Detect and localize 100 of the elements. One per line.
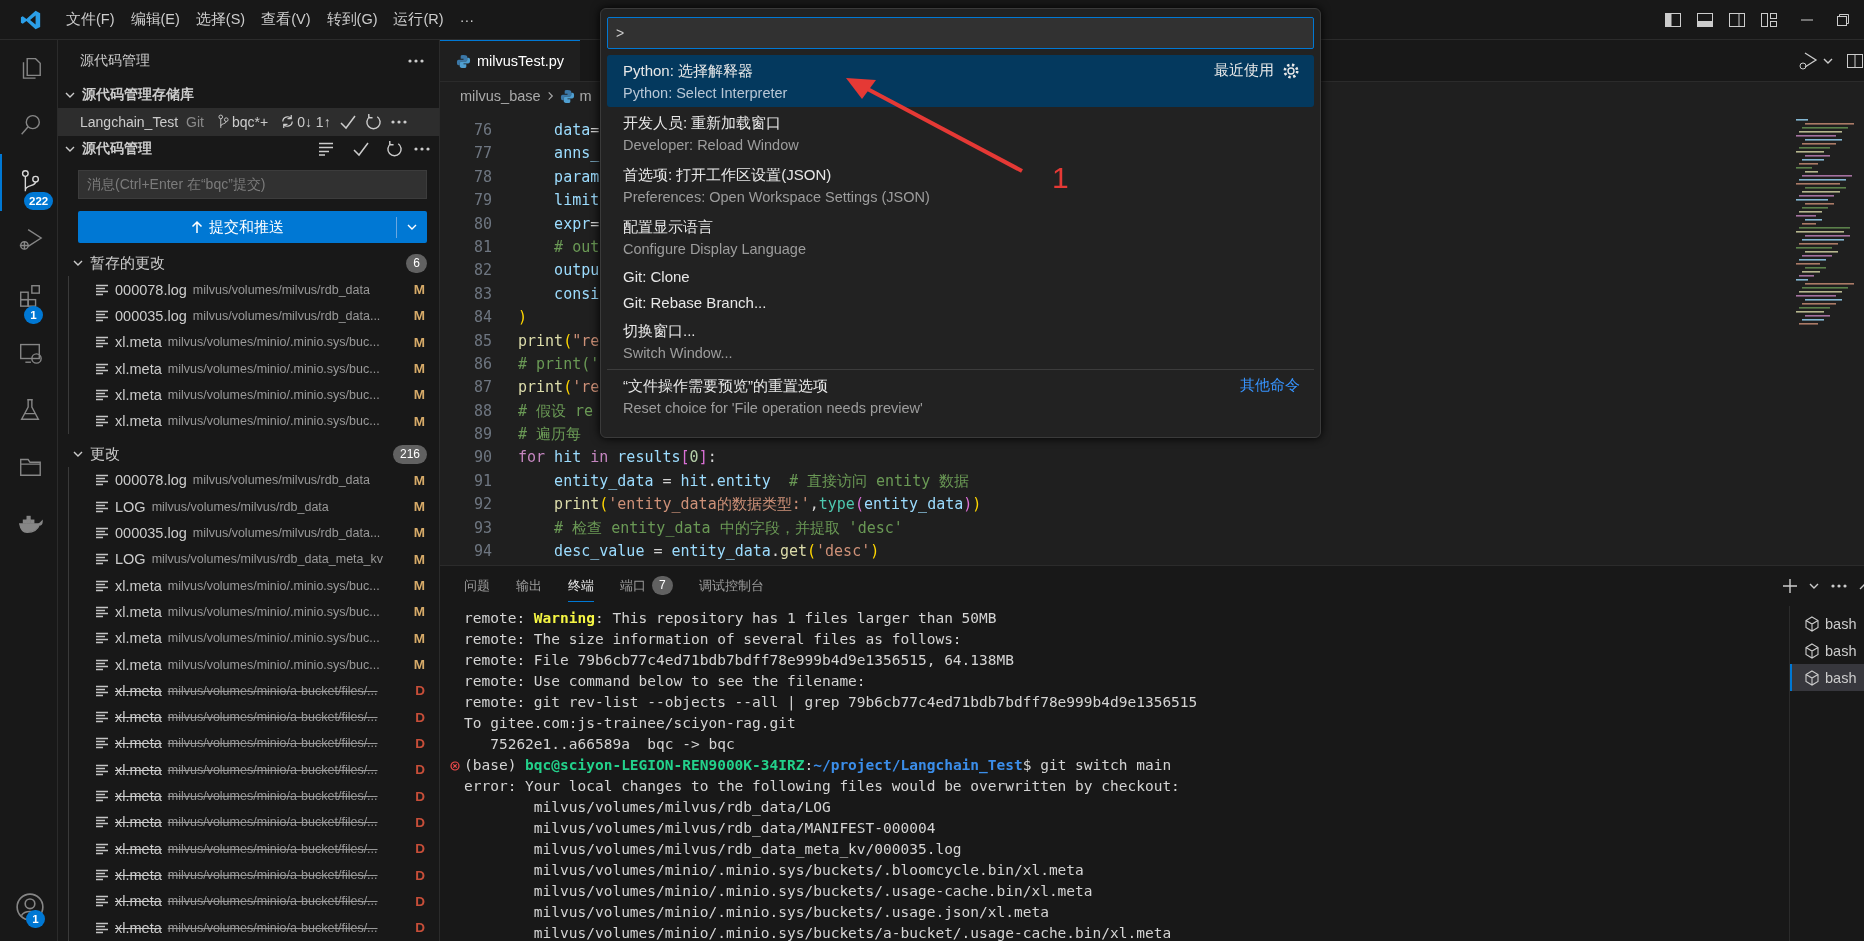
- menu-item[interactable]: 选择(S): [187, 10, 254, 29]
- menu-item[interactable]: 运行(R): [385, 10, 452, 29]
- file-name[interactable]: 000078.log: [115, 472, 187, 489]
- file-name[interactable]: xl.meta: [115, 867, 162, 884]
- command-item[interactable]: 配置显示语言 Configure Display Language: [623, 217, 806, 257]
- file-path: milvus/volumes/minio/a-bucket/files/...: [167, 841, 378, 856]
- command-item[interactable]: 切换窗口... Switch Window...: [623, 321, 733, 361]
- file-name[interactable]: xl.meta: [115, 840, 162, 857]
- panel-tab[interactable]: 输出: [516, 570, 542, 602]
- panel-tab[interactable]: 调试控制台: [698, 570, 764, 602]
- settings-icon[interactable]: [1282, 61, 1300, 80]
- line-number: 84: [472, 307, 492, 329]
- file-name[interactable]: xl.meta: [115, 413, 162, 430]
- panel-tab[interactable]: 问题: [464, 570, 490, 602]
- line-number: 80: [472, 213, 492, 235]
- file-name[interactable]: xl.meta: [115, 788, 162, 805]
- menu-item[interactable]: 查看(V): [253, 10, 319, 29]
- activity-tab[interactable]: 1: [0, 268, 57, 325]
- command-input[interactable]: >: [607, 17, 1314, 49]
- secondary-sidebar-icon[interactable]: [1728, 10, 1746, 29]
- other-commands-link[interactable]: 其他命令: [1240, 370, 1300, 395]
- list-view-icon[interactable]: [318, 141, 334, 156]
- commit-message-field[interactable]: 消息(Ctrl+Enter 在“bqc”提交): [78, 169, 427, 199]
- python-icon: [456, 53, 471, 69]
- count-badge: 7: [652, 576, 673, 595]
- branch-icon: [217, 114, 229, 130]
- breadcrumb-item[interactable]: milvus_base: [460, 88, 541, 104]
- menu-item[interactable]: 编辑(E): [122, 10, 188, 29]
- commit-and-push-button[interactable]: 提交和推送: [78, 210, 427, 244]
- refresh-icon[interactable]: [364, 113, 382, 131]
- file-path: milvus/volumes/minio/a-bucket/files/...: [167, 736, 378, 751]
- plus-icon[interactable]: [1782, 578, 1798, 594]
- terminal-session[interactable]: bash: [1790, 664, 1864, 691]
- layout-grid-icon[interactable]: [1760, 10, 1778, 29]
- file-name[interactable]: xl.meta: [115, 603, 162, 620]
- more-icon[interactable]: [389, 118, 408, 125]
- app-logo-icon[interactable]: [20, 8, 42, 31]
- code-line: print('entity_data的数据类型:',type(entity_data)): [553, 494, 982, 516]
- breadcrumb-item[interactable]: m: [579, 88, 592, 104]
- file-name[interactable]: xl.meta: [115, 893, 162, 910]
- file-name[interactable]: 000035.log: [115, 525, 187, 541]
- file-name[interactable]: xl.meta: [115, 761, 162, 778]
- command-item[interactable]: Python: 选择解释器 Python: Select Interpreter 最近使用: [607, 55, 1314, 107]
- terminal-session[interactable]: bash: [1790, 637, 1864, 664]
- file-lines-icon: [95, 283, 109, 296]
- file-name[interactable]: xl.meta: [115, 386, 162, 403]
- file-name[interactable]: LOG: [115, 551, 146, 568]
- restore-icon[interactable]: [1836, 12, 1850, 27]
- more-icon[interactable]: [413, 145, 431, 152]
- command-item[interactable]: Git: Rebase Branch...: [623, 293, 767, 311]
- more-icon[interactable]: [407, 57, 425, 64]
- repository-row[interactable]: Langchain_Test Git bqc*+ 0↓ 1↑: [58, 107, 439, 136]
- file-lines-icon: [95, 711, 109, 724]
- terminal-line: milvus/volumes/minio/.minio.sys/buckets/.bloomcycle.bin/xl.meta: [532, 861, 1084, 880]
- file-path: milvus/volumes/milvus/rdb_data...: [192, 308, 381, 323]
- sidebar-layout-icon[interactable]: [1664, 10, 1682, 29]
- arrow-up-icon: [190, 220, 203, 235]
- terminal-line: remote: The size information of several files as follows:: [464, 630, 962, 649]
- file-name[interactable]: LOG: [115, 498, 146, 515]
- terminal-cube-icon: [1804, 615, 1820, 632]
- file-name[interactable]: xl.meta: [115, 334, 162, 351]
- file-name[interactable]: xl.meta: [115, 577, 162, 594]
- play-bug-icon[interactable]: [1798, 50, 1818, 71]
- group-header[interactable]: 暂存的更改: [90, 253, 165, 273]
- file-name[interactable]: xl.meta: [115, 814, 162, 831]
- file-name[interactable]: xl.meta: [115, 735, 162, 752]
- file-name[interactable]: xl.meta: [115, 682, 162, 699]
- panel-tab[interactable]: 端口 7: [620, 570, 673, 602]
- group-header[interactable]: 更改: [90, 444, 120, 464]
- command-item[interactable]: Git: Clone: [623, 267, 690, 285]
- file-lines-icon: [95, 763, 109, 776]
- section-header[interactable]: 源代码管理: [82, 139, 152, 158]
- file-status: M: [413, 334, 425, 350]
- terminal-session[interactable]: bash: [1790, 610, 1864, 637]
- command-item[interactable]: “文件操作需要预览”的重置选项 Reset choice for 'File operation needs preview': [623, 376, 923, 416]
- file-name[interactable]: xl.meta: [115, 709, 162, 726]
- more-icon[interactable]: [1830, 583, 1848, 589]
- file-name[interactable]: xl.meta: [115, 919, 162, 936]
- section-header[interactable]: 源代码管理存储库: [82, 85, 194, 104]
- file-name[interactable]: xl.meta: [115, 360, 162, 377]
- split-editor-icon[interactable]: [1846, 51, 1864, 70]
- editor-tab[interactable]: milvusTest.py: [440, 40, 581, 81]
- file-path: milvus/volumes/minio/.minio.sys/buc...: [167, 631, 380, 646]
- panel-layout-icon[interactable]: [1696, 10, 1714, 29]
- line-number: 92: [472, 494, 492, 516]
- panel-tab[interactable]: 终端: [568, 570, 594, 602]
- file-name[interactable]: 000035.log: [115, 307, 187, 324]
- menu-item[interactable]: 文件(F): [58, 10, 123, 29]
- account-icon[interactable]: [14, 891, 45, 922]
- code-line: # 假设 re: [518, 400, 594, 422]
- count-badge: 216: [392, 444, 427, 464]
- menu-item[interactable]: 转到(G): [318, 10, 386, 29]
- file-name[interactable]: xl.meta: [115, 656, 162, 673]
- file-name[interactable]: 000078.log: [115, 281, 187, 298]
- command-item[interactable]: 开发人员: 重新加载窗口 Developer: Reload Window: [623, 113, 799, 153]
- more-menu[interactable]: ···: [451, 11, 483, 28]
- file-name[interactable]: xl.meta: [115, 630, 162, 647]
- command-item[interactable]: 首选项: 打开工作区设置(JSON) Preferences: Open Workspace Settings (JSON): [623, 165, 930, 205]
- refresh-icon[interactable]: [386, 140, 403, 158]
- code-line: limit: [553, 190, 600, 212]
